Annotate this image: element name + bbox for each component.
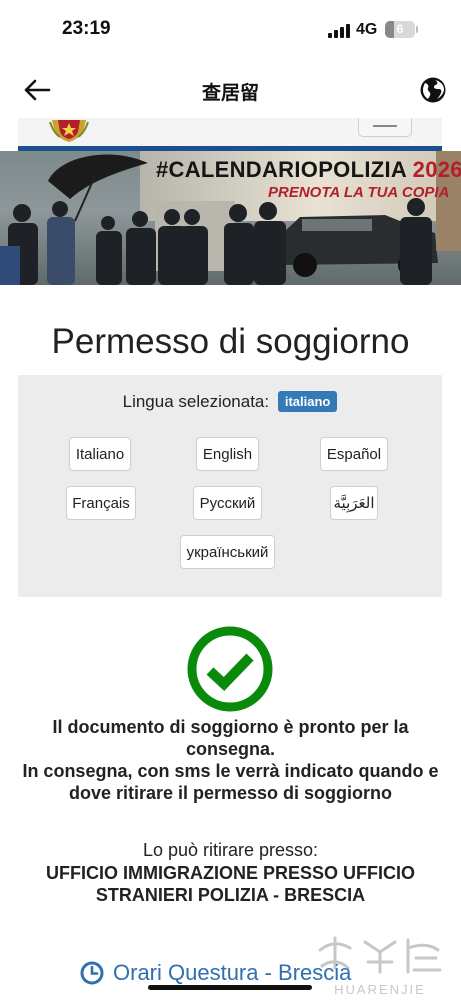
battery-level: 6 [396,22,404,36]
language-option-francais[interactable]: Français [66,486,136,520]
language-option-russian[interactable]: Русский [193,486,262,520]
banner-title-year: 2026 [412,157,461,182]
page-title: Permesso di soggiorno [51,322,410,361]
language-option-italiano[interactable]: Italiano [69,437,131,471]
pickup-label: Lo può ritirare presso: [142,840,319,860]
battery-cap [416,26,418,33]
menu-toggle-button[interactable] [358,118,412,137]
language-option-english[interactable]: English [196,437,259,471]
banner-title-prefix: #CALENDARIOPOLIZIA [156,157,413,182]
banner-subtitle: PRENOTA LA TUA COPIA [268,184,450,201]
clock-icon [80,961,104,985]
language-option-ukrainian[interactable]: український [180,535,275,569]
check-circle-icon [187,626,273,712]
globe-icon [420,77,446,103]
pickup-office: UFFICIO IMMIGRAZIONE PRESSO UFFICIO STRA… [46,863,415,905]
nav-title: 查居留 [201,83,259,104]
status-line-ready: Il documento di soggiorno è pronto per l… [52,717,409,759]
language-selected-badge: italiano [277,391,338,412]
language-option-espanol[interactable]: Español [320,437,388,471]
language-option-arabic[interactable]: العَرَبِيَّة [330,486,378,520]
language-label: Lingua selezionata: [122,392,270,411]
nav-bar: 查居留 [0,62,461,118]
permit-status-message: Il documento di soggiorno è pronto per l… [20,716,441,804]
site-header [18,118,442,148]
language-selected-row: Lingua selezionata: italiano [18,391,442,412]
police-emblem-icon [49,120,89,142]
banner-title: #CALENDARIOPOLIZIA 2026 [156,157,461,183]
status-time: 23:19 [62,18,111,39]
hamburger-icon [373,125,397,127]
status-line-delivery: In consegna, con sms le verrà indicato q… [22,761,439,803]
signal-icon [328,24,350,38]
battery-icon: 6 [385,21,415,38]
calendar-banner[interactable]: #CALENDARIOPOLIZIA 2026 PRENOTA LA TUA C… [0,151,461,285]
language-panel: Lingua selezionata: italiano Italiano En… [18,375,442,597]
watermark-logo: HUARENJIE [318,936,442,997]
network-type: 4G [356,21,378,38]
globe-button[interactable] [419,76,447,104]
home-indicator [148,985,312,990]
svg-text:HUARENJIE: HUARENJIE [334,982,426,997]
battery-fill [385,21,394,38]
status-bar: 23:19 4G 6 [0,0,461,62]
